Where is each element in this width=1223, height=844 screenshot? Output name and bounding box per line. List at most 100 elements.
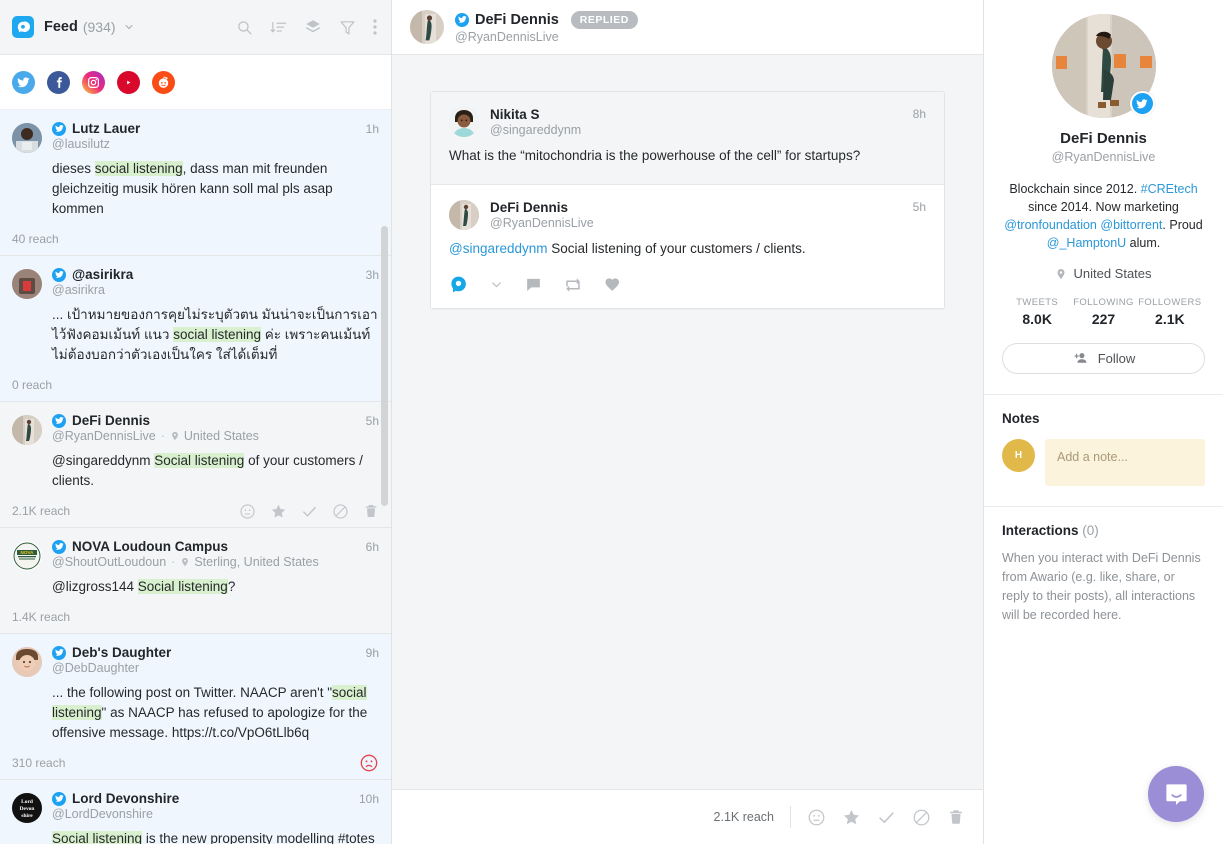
trash-icon[interactable] xyxy=(363,503,379,519)
like-icon[interactable] xyxy=(604,276,622,294)
notes-title: Notes xyxy=(1002,411,1040,426)
sentiment-icon[interactable] xyxy=(239,503,256,520)
add-note-input[interactable]: Add a note... xyxy=(1045,439,1205,486)
facebook-filter-icon[interactable] xyxy=(47,70,70,94)
trash-icon[interactable] xyxy=(947,808,965,826)
author-name[interactable]: DeFi Dennis xyxy=(72,413,150,428)
avatar xyxy=(12,123,42,153)
avatar xyxy=(449,200,479,230)
location-pin-icon xyxy=(1055,268,1067,280)
author-handle[interactable]: @lausilutz xyxy=(52,137,110,151)
feed-scrollbar[interactable] xyxy=(381,226,388,506)
mention-link[interactable]: @singareddynm xyxy=(449,241,548,256)
author-handle[interactable]: @LordDevonshire xyxy=(52,807,153,821)
notes-section: Notes H Add a note... xyxy=(984,395,1223,507)
stat-label: FOLLOWERS xyxy=(1138,297,1202,308)
feed-column: Feed (934) Lutz Lauer 1h @lausilutz dies… xyxy=(0,0,392,844)
svg-text:Lord: Lord xyxy=(21,799,33,805)
feed-item[interactable]: Deb's Daughter 9h @DebDaughter ... the f… xyxy=(0,634,391,780)
sort-icon[interactable] xyxy=(270,19,287,36)
conversation-body: Nikita S @singareddynm 8h What is the “m… xyxy=(392,55,983,789)
twitter-filter-icon[interactable] xyxy=(12,70,35,94)
chat-bubble-icon xyxy=(1165,783,1187,805)
sentiment-icon[interactable] xyxy=(807,808,826,827)
chevron-down-icon[interactable] xyxy=(490,278,503,291)
twitter-badge-icon xyxy=(455,12,469,27)
author-handle[interactable]: @RyanDennisLive xyxy=(52,429,156,443)
feed-item[interactable]: @asirikra 3h @asirikra ... เป้าหมายของกา… xyxy=(0,256,391,402)
block-icon[interactable] xyxy=(912,808,931,827)
svg-text:NOVA: NOVA xyxy=(21,550,35,555)
timestamp: 9h xyxy=(365,645,379,660)
svg-text:shire: shire xyxy=(21,813,33,819)
reach-label: 1.4K reach xyxy=(12,610,71,624)
star-icon[interactable] xyxy=(270,503,287,520)
check-icon[interactable] xyxy=(877,808,896,827)
filter-icon[interactable] xyxy=(339,19,356,36)
app-root: Feed (934) Lutz Lauer 1h @lausilutz dies… xyxy=(0,0,1223,844)
author-name[interactable]: NOVA Loudoun Campus xyxy=(72,539,228,554)
interactions-section: Interactions (0) When you interact with … xyxy=(984,507,1223,625)
twitter-badge-icon xyxy=(52,267,66,282)
youtube-filter-icon[interactable] xyxy=(117,70,140,94)
reply-icon[interactable] xyxy=(525,276,542,293)
mention-link[interactable]: @tronfoundation xyxy=(1004,218,1097,232)
twitter-badge-icon xyxy=(52,121,66,136)
location-pin-icon xyxy=(170,431,180,441)
chevron-down-icon[interactable] xyxy=(123,21,135,33)
feed-list[interactable]: Lutz Lauer 1h @lausilutz dieses social l… xyxy=(0,110,391,844)
thread-answer: DeFi Dennis @RyanDennisLive 5h @singared… xyxy=(431,185,944,308)
conversation-footer: 2.1K reach xyxy=(392,789,983,844)
timestamp: 10h xyxy=(358,791,379,806)
mention-link[interactable]: @_HamptonU xyxy=(1047,236,1126,250)
interactions-count: (0) xyxy=(1082,523,1099,538)
awario-icon[interactable] xyxy=(449,275,468,294)
reach-label: 0 reach xyxy=(12,378,53,392)
author-handle[interactable]: @asirikra xyxy=(52,283,105,297)
author-name[interactable]: Lord Devonshire xyxy=(72,791,179,806)
feed-item[interactable]: Lord Devon shire Lord Devonshire 10h @Lord… xyxy=(0,780,391,844)
feed-header: Feed (934) xyxy=(0,0,391,55)
conversation-author-name: DeFi Dennis xyxy=(475,11,559,28)
mention-link[interactable]: @bittorrent xyxy=(1100,218,1162,232)
hashtag-link[interactable]: #CREtech xyxy=(1141,182,1198,196)
post-text: @lizgross144 Social listening? xyxy=(52,579,236,594)
feed-item-selected[interactable]: DeFi Dennis 5h @RyanDennisLive · United … xyxy=(0,402,391,528)
question-author-handle: @singareddynm xyxy=(490,123,582,137)
author-name[interactable]: @asirikra xyxy=(72,267,133,282)
reach-label: 310 reach xyxy=(12,756,66,770)
follow-button[interactable]: Follow xyxy=(1002,343,1205,374)
negative-sentiment-icon[interactable] xyxy=(359,753,379,773)
conversation-author-handle: @RyanDennisLive xyxy=(455,29,559,44)
block-icon[interactable] xyxy=(332,503,349,520)
stat-value: 2.1K xyxy=(1155,311,1185,327)
chat-support-button[interactable] xyxy=(1148,766,1204,822)
reach-label: 2.1K reach xyxy=(713,810,774,824)
feed-item[interactable]: NOVA NOVA Loudoun Campus 6h @ShoutOutLou… xyxy=(0,528,391,634)
author-handle[interactable]: @ShoutOutLoudoun xyxy=(52,555,166,569)
profile-bio: Blockchain since 2012. #CREtech since 20… xyxy=(1004,182,1203,250)
profile-card: DeFi Dennis @RyanDennisLive Blockchain s… xyxy=(984,0,1223,395)
avatar xyxy=(12,269,42,299)
instagram-filter-icon[interactable] xyxy=(82,70,105,94)
reddit-filter-icon[interactable] xyxy=(152,70,175,94)
more-vertical-icon[interactable] xyxy=(373,19,377,35)
check-icon[interactable] xyxy=(301,503,318,520)
answer-author-name: DeFi Dennis xyxy=(490,200,569,215)
question-author-name: Nikita S xyxy=(490,107,540,122)
avatar xyxy=(449,107,479,137)
layers-icon[interactable] xyxy=(304,18,322,36)
conversation-actions xyxy=(807,808,965,827)
post-text: Social listening is the new propensity m… xyxy=(52,831,375,844)
author-name[interactable]: Deb's Daughter xyxy=(72,645,171,660)
star-icon[interactable] xyxy=(842,808,861,827)
feed-item[interactable]: Lutz Lauer 1h @lausilutz dieses social l… xyxy=(0,110,391,256)
separator-dot: · xyxy=(160,429,165,443)
retweet-icon[interactable] xyxy=(564,276,582,294)
author-handle[interactable]: @DebDaughter xyxy=(52,661,139,675)
search-icon[interactable] xyxy=(236,19,253,36)
author-name[interactable]: Lutz Lauer xyxy=(72,121,140,136)
twitter-badge-icon xyxy=(52,413,66,428)
answer-text-rest: Social listening of your customers / cli… xyxy=(547,241,806,256)
separator-dot: · xyxy=(171,555,176,569)
